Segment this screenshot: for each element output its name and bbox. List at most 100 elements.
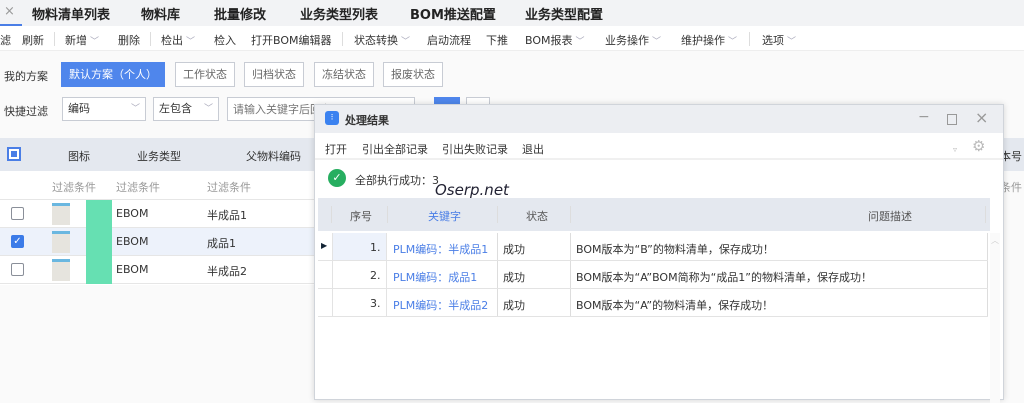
grid-filter-row: 过滤条件 过滤条件 过滤条件 [0, 172, 314, 200]
filter-button[interactable]: 滤 [0, 32, 11, 48]
file-icon [86, 200, 112, 228]
scheme-archived-button[interactable]: 归档状态 [244, 62, 304, 87]
checkout-label: 检出 [161, 34, 183, 47]
table-row[interactable]: ✓ EBOM 成品1 [0, 228, 314, 256]
chevron-down-icon: ﹀ [728, 37, 738, 47]
col-header-key[interactable]: 关键字 [428, 208, 461, 224]
row-checkbox-checked[interactable]: ✓ [11, 235, 24, 248]
result-dialog: ⁝ 处理结果 − × 打开 引出全部记录 引出失败记录 退出 ▿ ⚙ ✓ 全部执… [314, 104, 1004, 403]
row-desc: BOM版本为“A”的物料清单，保存成功！ [576, 299, 774, 312]
options-button[interactable]: 选项 ﹀ [762, 32, 796, 48]
file-icon [86, 256, 112, 284]
filter-cell[interactable]: 过滤条件 [52, 179, 96, 195]
col-header-no[interactable]: 序号 [350, 208, 372, 224]
tab-material-lib[interactable]: 物料库 [141, 4, 180, 23]
row-key[interactable]: PLM编码：半成品1 [393, 241, 488, 257]
filter-field-value: 编码 [68, 102, 90, 115]
exit-button[interactable]: 退出 [522, 141, 544, 157]
row-status: 成功 [503, 299, 525, 312]
expand-icon[interactable]: ▿ [953, 145, 957, 154]
row-status: 成功 [503, 243, 525, 256]
maintenance-label: 维护操作 [681, 34, 725, 47]
col-header-desc[interactable]: 问题描述 [868, 208, 912, 224]
filter-cell[interactable]: 过滤条件 [116, 179, 160, 195]
result-row[interactable]: 2. PLM编码：成品1 成功 BOM版本为“A”BOM简称为“成品1”的物料清… [318, 261, 988, 289]
toolbar: 滤 刷新 新增 ﹀ 删除 检出 ﹀ 检入 打开BOM编辑器 状态转换 ﹀ 启动流程 下… [0, 26, 1024, 51]
col-header-biz-type[interactable]: 业务类型 [137, 148, 181, 164]
new-label: 新增 [65, 34, 87, 47]
start-flow-button[interactable]: 启动流程 [427, 32, 471, 48]
col-header-icon[interactable]: 图标 [68, 148, 90, 164]
export-all-button[interactable]: 引出全部记录 [362, 141, 428, 157]
scheme-working-button[interactable]: 工作状态 [175, 62, 235, 87]
divider [54, 32, 55, 46]
chevron-down-icon: ﹀ [401, 37, 411, 47]
col-header-status[interactable]: 状态 [526, 208, 548, 224]
push-down-button[interactable]: 下推 [486, 32, 508, 48]
options-label: 选项 [762, 34, 784, 47]
dialog-title-bar[interactable]: ⁝ 处理结果 − × [315, 105, 1003, 133]
grid-header: 图标 业务类型 父物料编码 [0, 138, 314, 171]
parent-code-cell: 半成品1 [207, 209, 247, 222]
select-all-checkbox[interactable] [7, 147, 21, 161]
tab-biz-type-list[interactable]: 业务类型列表 [300, 4, 378, 23]
scheme-frozen-button[interactable]: 冻结状态 [314, 62, 374, 87]
chevron-down-icon: ﹀ [130, 104, 140, 114]
delete-button[interactable]: 删除 [118, 32, 140, 48]
quick-filter-label: 快捷过滤 [4, 105, 48, 118]
new-button[interactable]: 新增 ﹀ [65, 32, 99, 48]
filter-field-select[interactable]: 编码 ﹀ [62, 97, 146, 121]
biz-operation-button[interactable]: 业务操作 ﹀ [605, 32, 661, 48]
scheme-default-button[interactable]: 默认方案（个人） [61, 62, 165, 87]
filter-op-select[interactable]: 左包含 ﹀ [153, 97, 219, 121]
maximize-icon[interactable] [947, 114, 957, 125]
biz-type-cell: EBOM [116, 207, 149, 220]
maintenance-button[interactable]: 维护操作 ﹀ [681, 32, 737, 48]
row-checkbox[interactable] [11, 207, 24, 220]
result-grid-header: 序号 关键字 状态 问题描述 [318, 198, 990, 231]
row-checkbox[interactable] [11, 263, 24, 276]
file-icon [86, 228, 112, 256]
tab-batch-edit[interactable]: 批量修改 [214, 4, 266, 23]
export-failed-button[interactable]: 引出失败记录 [442, 141, 508, 157]
table-row[interactable]: EBOM 半成品2 [0, 256, 314, 284]
row-desc: BOM版本为“A”BOM简称为“成品1”的物料清单，保存成功！ [576, 271, 872, 284]
state-transition-label: 状态转换 [354, 34, 398, 47]
scheme-scrapped-button[interactable]: 报废状态 [383, 62, 443, 87]
scrollbar[interactable]: ︿ [990, 233, 1000, 403]
minimize-icon[interactable]: − [918, 109, 930, 125]
bom-report-button[interactable]: BOM报表 ﹀ [525, 32, 585, 48]
row-key[interactable]: PLM编码：半成品2 [393, 297, 488, 313]
tab-bar: × 物料清单列表 物料库 批量修改 业务类型列表 BOM推送配置 业务类型配置 [0, 0, 1024, 26]
dialog-menu: 打开 引出全部记录 引出失败记录 退出 ▿ ⚙ [315, 133, 1003, 160]
refresh-button[interactable]: 刷新 [22, 32, 44, 48]
chevron-down-icon: ﹀ [787, 37, 797, 47]
biz-type-cell: EBOM [116, 235, 149, 248]
row-status: 成功 [503, 271, 525, 284]
result-row[interactable]: ▶ 1. PLM编码：半成品1 成功 BOM版本为“B”的物料清单，保存成功！ [318, 233, 988, 261]
scheme-label: 我的方案 [4, 70, 48, 83]
close-tab-icon[interactable]: × [4, 4, 15, 19]
checkin-button[interactable]: 检入 [214, 32, 236, 48]
tab-biz-type-config[interactable]: 业务类型配置 [525, 4, 603, 23]
bom-report-label: BOM报表 [525, 34, 573, 47]
close-icon[interactable]: × [975, 108, 988, 127]
tab-bom-push-config[interactable]: BOM推送配置 [410, 4, 496, 23]
row-no: 2. [370, 269, 381, 282]
table-row[interactable]: EBOM 半成品1 [0, 200, 314, 228]
gear-icon[interactable]: ⚙ [972, 137, 985, 155]
document-gear-icon [52, 203, 70, 225]
state-transition-button[interactable]: 状态转换 ﹀ [354, 32, 410, 48]
open-bom-editor-button[interactable]: 打开BOM编辑器 [251, 32, 332, 48]
col-header-parent-code[interactable]: 父物料编码 [246, 148, 301, 164]
open-button[interactable]: 打开 [325, 141, 347, 157]
result-row[interactable]: 3. PLM编码：半成品2 成功 BOM版本为“A”的物料清单，保存成功！ [318, 289, 988, 317]
filter-cell[interactable]: 过滤条件 [207, 179, 251, 195]
row-key[interactable]: PLM编码：成品1 [393, 269, 477, 285]
chevron-down-icon: ﹀ [186, 37, 196, 47]
success-check-icon: ✓ [328, 169, 346, 187]
checkout-button[interactable]: 检出 ﹀ [161, 32, 195, 48]
divider [749, 32, 750, 46]
divider [150, 32, 151, 46]
tab-bom-list[interactable]: 物料清单列表 [32, 4, 110, 23]
